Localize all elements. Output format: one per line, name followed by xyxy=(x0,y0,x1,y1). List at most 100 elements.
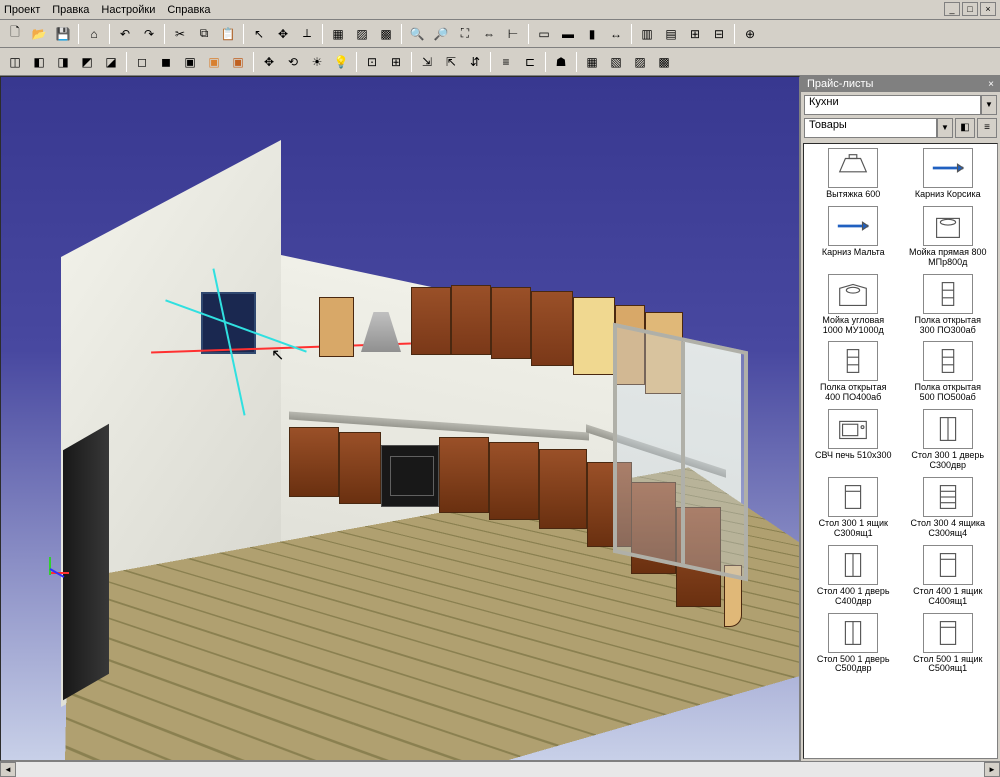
horizontal-scrollbar[interactable]: ◄ ► xyxy=(0,761,1000,777)
globe-icon[interactable]: ⊕ xyxy=(739,23,761,45)
catalog-item[interactable]: Стол 300 4 ящика С300ящ4 xyxy=(903,477,994,539)
catalog-item[interactable]: Полка открытая 300 ПО300аб xyxy=(903,274,994,336)
open-icon[interactable]: 📂 xyxy=(28,23,50,45)
maximize-button[interactable]: □ xyxy=(962,2,978,16)
catalog-item[interactable]: Полка открытая 400 ПО400аб xyxy=(808,341,899,403)
copy-icon[interactable]: ⧉ xyxy=(193,23,215,45)
minimize-button[interactable]: _ xyxy=(944,2,960,16)
wnd4-icon[interactable]: ⊟ xyxy=(708,23,730,45)
menu-project[interactable]: Проект xyxy=(4,4,40,16)
panel-close-icon[interactable]: × xyxy=(988,79,994,90)
pan-icon[interactable]: ⇔ xyxy=(478,23,500,45)
measure-icon[interactable]: ⟂ xyxy=(296,23,318,45)
catalog-grid[interactable]: Вытяжка 600Карниз КорсикаКарниз МальтаМо… xyxy=(803,143,998,759)
type-dropdown[interactable]: Товары ▼ xyxy=(804,118,953,138)
upper-cabinet-1[interactable] xyxy=(411,287,451,355)
oven[interactable] xyxy=(381,445,439,507)
window[interactable] xyxy=(613,323,748,582)
upper-cabinet-glass[interactable] xyxy=(573,297,615,375)
cfg1-icon[interactable]: ⊡ xyxy=(361,51,383,73)
text-icon[interactable]: ⊏ xyxy=(519,51,541,73)
dropdown-arrow-icon[interactable]: ▼ xyxy=(937,118,953,138)
view4-icon[interactable]: ◩ xyxy=(76,51,98,73)
menu-help[interactable]: Справка xyxy=(167,4,210,16)
cfg2-icon[interactable]: ⊞ xyxy=(385,51,407,73)
catalog-item[interactable]: Мойка угловая 1000 МУ1000д xyxy=(808,274,899,336)
catalog-item[interactable]: Стол 400 1 ящик С400ящ1 xyxy=(903,545,994,607)
group-icon[interactable]: ▦ xyxy=(327,23,349,45)
move-icon[interactable]: ✥ xyxy=(272,23,294,45)
scroll-right-icon[interactable]: ► xyxy=(984,762,1000,777)
upper-shelf-light[interactable] xyxy=(319,297,354,357)
zoom-fit-icon[interactable]: ⛶ xyxy=(454,23,476,45)
base-cabinet-1[interactable] xyxy=(289,427,339,497)
category-dropdown[interactable]: Кухни ▼ xyxy=(804,95,997,115)
redo-icon[interactable]: ↷ xyxy=(138,23,160,45)
select-icon[interactable]: ↖ xyxy=(248,23,270,45)
menu-settings[interactable]: Настройки xyxy=(101,4,155,16)
paste-icon[interactable]: 📋 xyxy=(217,23,239,45)
catalog-item[interactable]: Вытяжка 600 xyxy=(808,148,899,200)
base-cabinet-2[interactable] xyxy=(339,432,381,504)
save-icon[interactable]: 💾 xyxy=(52,23,74,45)
wnd3-icon[interactable]: ⊞ xyxy=(684,23,706,45)
box4-icon[interactable]: ▣ xyxy=(203,51,225,73)
close-button[interactable]: × xyxy=(980,2,996,16)
dim-icon[interactable]: ↔ xyxy=(605,23,627,45)
blob-icon[interactable]: ☗ xyxy=(550,51,572,73)
wnd1-icon[interactable]: ▥ xyxy=(636,23,658,45)
panel-btn-2[interactable]: ≡ xyxy=(977,118,997,138)
catalog-item[interactable]: Стол 300 1 дверь С300двр xyxy=(903,409,994,471)
catalog-item[interactable]: СВЧ печь 510х300 xyxy=(808,409,899,471)
catalog-item[interactable]: Стол 300 1 ящик С300ящ1 xyxy=(808,477,899,539)
view1-icon[interactable]: ◫ xyxy=(4,51,26,73)
img2-icon[interactable]: ▧ xyxy=(605,51,627,73)
base-cabinet-3[interactable] xyxy=(439,437,489,513)
catalog-item[interactable]: Карниз Мальта xyxy=(808,206,899,268)
undo-icon[interactable]: ↶ xyxy=(114,23,136,45)
upper-cabinet-3[interactable] xyxy=(491,287,531,359)
upper-cabinet-4[interactable] xyxy=(531,291,573,366)
catalog-item[interactable]: Стол 500 1 дверь С500двр xyxy=(808,613,899,675)
upper-cabinet-2[interactable] xyxy=(451,285,491,355)
box3-icon[interactable]: ▣ xyxy=(179,51,201,73)
base-cabinet-4[interactable] xyxy=(489,442,539,520)
wall1-icon[interactable]: ▭ xyxy=(533,23,555,45)
dropdown-arrow-icon[interactable]: ▼ xyxy=(981,95,997,115)
cut-icon[interactable]: ✂ xyxy=(169,23,191,45)
new-icon[interactable]: 🗋 xyxy=(4,23,26,45)
wall3-icon[interactable]: ▮ xyxy=(581,23,603,45)
put3-icon[interactable]: ⇵ xyxy=(464,51,486,73)
img4-icon[interactable]: ▩ xyxy=(653,51,675,73)
zoom-in-icon[interactable]: 🔍 xyxy=(406,23,428,45)
align-icon[interactable]: ≡ xyxy=(495,51,517,73)
wall2-icon[interactable]: ▬ xyxy=(557,23,579,45)
light-icon[interactable]: 💡 xyxy=(330,51,352,73)
viewport-3d[interactable]: ↖ xyxy=(0,76,800,761)
panel-btn-1[interactable]: ◧ xyxy=(955,118,975,138)
box2-icon[interactable]: ◼ xyxy=(155,51,177,73)
box5-icon[interactable]: ▣ xyxy=(227,51,249,73)
put1-icon[interactable]: ⇲ xyxy=(416,51,438,73)
view3-icon[interactable]: ◨ xyxy=(52,51,74,73)
xform-icon[interactable]: ✥ xyxy=(258,51,280,73)
snap-icon[interactable]: ▩ xyxy=(375,23,397,45)
box1-icon[interactable]: ◻ xyxy=(131,51,153,73)
scroll-left-icon[interactable]: ◄ xyxy=(0,762,16,777)
catalog-item[interactable]: Стол 400 1 дверь С400двр xyxy=(808,545,899,607)
base-cabinet-5[interactable] xyxy=(539,449,587,529)
scroll-track[interactable] xyxy=(16,762,984,777)
rot-icon[interactable]: ⟲ xyxy=(282,51,304,73)
ungroup-icon[interactable]: ▨ xyxy=(351,23,373,45)
menu-edit[interactable]: Правка xyxy=(52,4,89,16)
ruler-icon[interactable]: ⊢ xyxy=(502,23,524,45)
catalog-item[interactable]: Полка открытая 500 ПО500аб xyxy=(903,341,994,403)
catalog-item[interactable]: Стол 500 1 ящик С500ящ1 xyxy=(903,613,994,675)
view2-icon[interactable]: ◧ xyxy=(28,51,50,73)
img1-icon[interactable]: ▦ xyxy=(581,51,603,73)
view5-icon[interactable]: ◪ xyxy=(100,51,122,73)
catalog-item[interactable]: Карниз Корсика xyxy=(903,148,994,200)
img3-icon[interactable]: ▨ xyxy=(629,51,651,73)
home-icon[interactable]: ⌂ xyxy=(83,23,105,45)
put2-icon[interactable]: ⇱ xyxy=(440,51,462,73)
